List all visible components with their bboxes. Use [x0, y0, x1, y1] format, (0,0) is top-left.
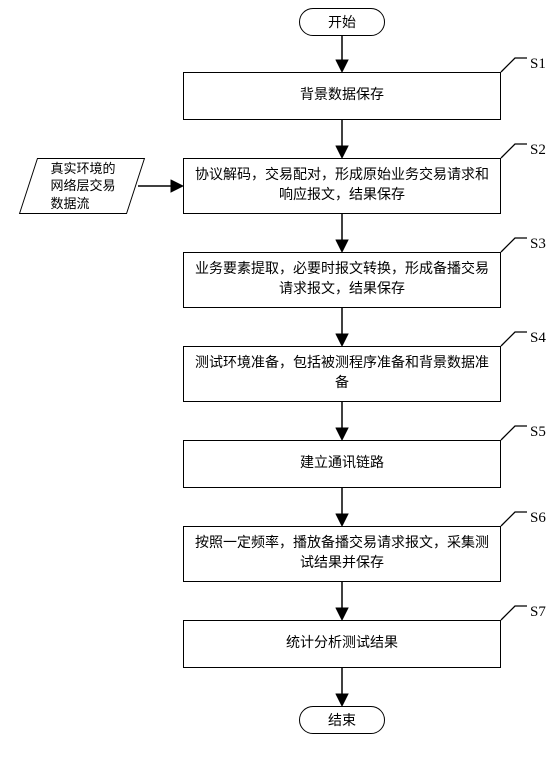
process-s2-text: 协议解码，交易配对，形成原始业务交易请求和响应报文，结果保存 [192, 166, 492, 205]
step-label-s3: S3 [530, 236, 546, 253]
process-s5: 建立通讯链路 [183, 440, 501, 488]
process-s3-text: 业务要素提取，必要时报文转换，形成备播交易请求报文，结果保存 [192, 260, 492, 299]
process-s6: 按照一定频率，播放备播交易请求报文，采集测试结果并保存 [183, 526, 501, 582]
process-s6-text: 按照一定频率，播放备播交易请求报文，采集测试结果并保存 [192, 534, 492, 573]
step-label-s7: S7 [530, 604, 546, 621]
process-s7-text: 统计分析测试结果 [286, 634, 398, 654]
process-s5-text: 建立通讯链路 [300, 454, 384, 474]
step-label-s4: S4 [530, 330, 546, 347]
step-label-s2: S2 [530, 142, 546, 159]
process-s7: 统计分析测试结果 [183, 620, 501, 668]
terminator-end: 结束 [299, 706, 385, 734]
input-data-stream-text: 真实环境的 网络层交易 数据流 [50, 160, 115, 213]
process-s2: 协议解码，交易配对，形成原始业务交易请求和响应报文，结果保存 [183, 158, 501, 214]
step-label-s1: S1 [530, 56, 546, 73]
flowchart-canvas: 开始 背景数据保存 协议解码，交易配对，形成原始业务交易请求和响应报文，结果保存… [0, 0, 557, 757]
step-label-s6: S6 [530, 510, 546, 527]
input-data-stream: 真实环境的 网络层交易 数据流 [18, 158, 146, 214]
process-s3: 业务要素提取，必要时报文转换，形成备播交易请求报文，结果保存 [183, 252, 501, 308]
terminator-end-label: 结束 [328, 710, 356, 730]
process-s4-text: 测试环境准备，包括被测程序准备和背景数据准备 [192, 354, 492, 393]
terminator-start: 开始 [299, 8, 385, 36]
step-label-s5: S5 [530, 424, 546, 441]
process-s1-text: 背景数据保存 [300, 86, 384, 106]
process-s4: 测试环境准备，包括被测程序准备和背景数据准备 [183, 346, 501, 402]
terminator-start-label: 开始 [328, 12, 356, 32]
process-s1: 背景数据保存 [183, 72, 501, 120]
